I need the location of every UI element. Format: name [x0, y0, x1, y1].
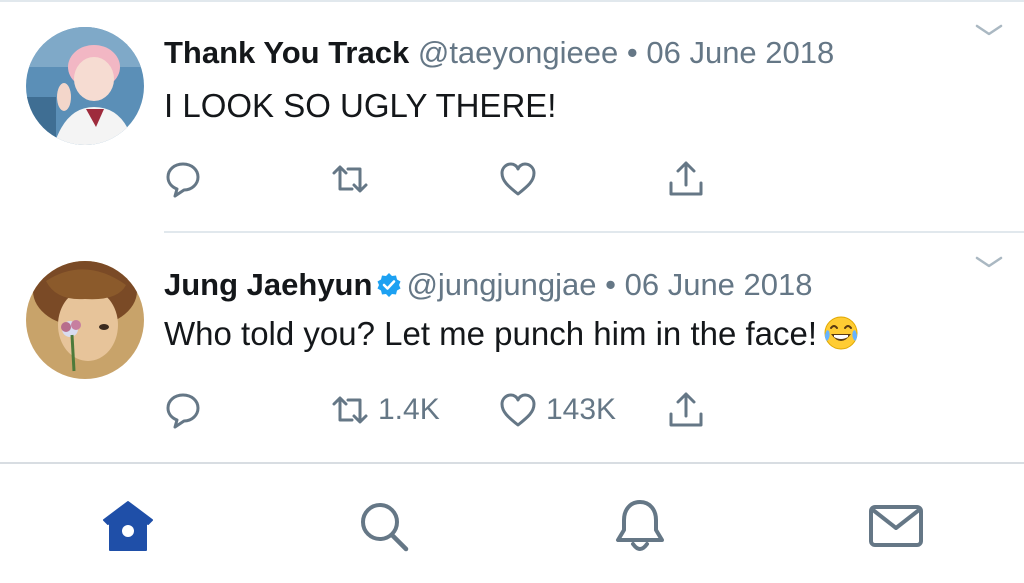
tweet-header: Thank You Track @taeyongieee • 06 June 2… [164, 35, 834, 71]
chevron-down-icon[interactable] [974, 254, 1004, 270]
tab-search[interactable] [353, 496, 413, 556]
avatar[interactable] [26, 261, 144, 379]
retweet-count: 1.4K [378, 393, 440, 426]
tweet-date[interactable]: 06 June 2018 [646, 35, 834, 70]
verified-badge-icon [377, 273, 401, 297]
share-button[interactable] [666, 390, 706, 430]
tweet[interactable]: Jung Jaehyun @jungjungjae • 06 June 2018… [0, 232, 1024, 462]
reply-icon [166, 162, 200, 198]
tab-messages[interactable] [866, 496, 926, 556]
display-name[interactable]: Jung Jaehyun [164, 267, 372, 302]
tab-notifications[interactable] [610, 496, 670, 556]
user-handle[interactable]: @taeyongieee [418, 35, 618, 70]
share-icon [669, 392, 703, 427]
avatar[interactable] [26, 27, 144, 145]
share-icon [669, 161, 703, 196]
messages-icon [869, 505, 923, 547]
notifications-icon [616, 500, 664, 551]
reply-button[interactable] [163, 390, 203, 430]
tweet-header: Jung Jaehyun @jungjungjae • 06 June 2018 [164, 267, 813, 303]
chevron-down-icon[interactable] [974, 22, 1004, 38]
tweet-text: I LOOK SO UGLY THERE! [164, 87, 557, 124]
search-icon [361, 503, 409, 552]
like-button[interactable]: 143K [498, 390, 616, 430]
reply-icon [166, 393, 200, 429]
reply-button[interactable] [163, 159, 203, 199]
user-handle[interactable]: @jungjungjae [406, 267, 596, 302]
heart-icon [500, 162, 536, 196]
tweet-text: Who told you? Let me punch him in the fa… [164, 314, 859, 354]
heart-icon [500, 393, 536, 427]
tweet-text-content: Who told you? Let me punch him in the fa… [164, 315, 818, 352]
like-count: 143K [546, 393, 617, 426]
tweet-date[interactable]: 06 June 2018 [625, 267, 813, 302]
retweet-button[interactable] [330, 159, 378, 199]
tab-home[interactable] [98, 496, 158, 556]
share-button[interactable] [666, 159, 706, 199]
tab-bar [0, 464, 1024, 583]
like-button[interactable] [498, 159, 546, 199]
display-name[interactable]: Thank You Track [164, 35, 409, 70]
tweet[interactable]: Thank You Track @taeyongieee • 06 June 2… [0, 0, 1024, 232]
separator: • [626, 35, 638, 70]
retweet-icon [332, 396, 368, 424]
separator: • [605, 267, 616, 302]
tears-of-joy-emoji [824, 316, 858, 350]
home-icon [103, 501, 153, 551]
retweet-icon [332, 165, 368, 193]
retweet-button[interactable]: 1.4K [330, 390, 440, 430]
